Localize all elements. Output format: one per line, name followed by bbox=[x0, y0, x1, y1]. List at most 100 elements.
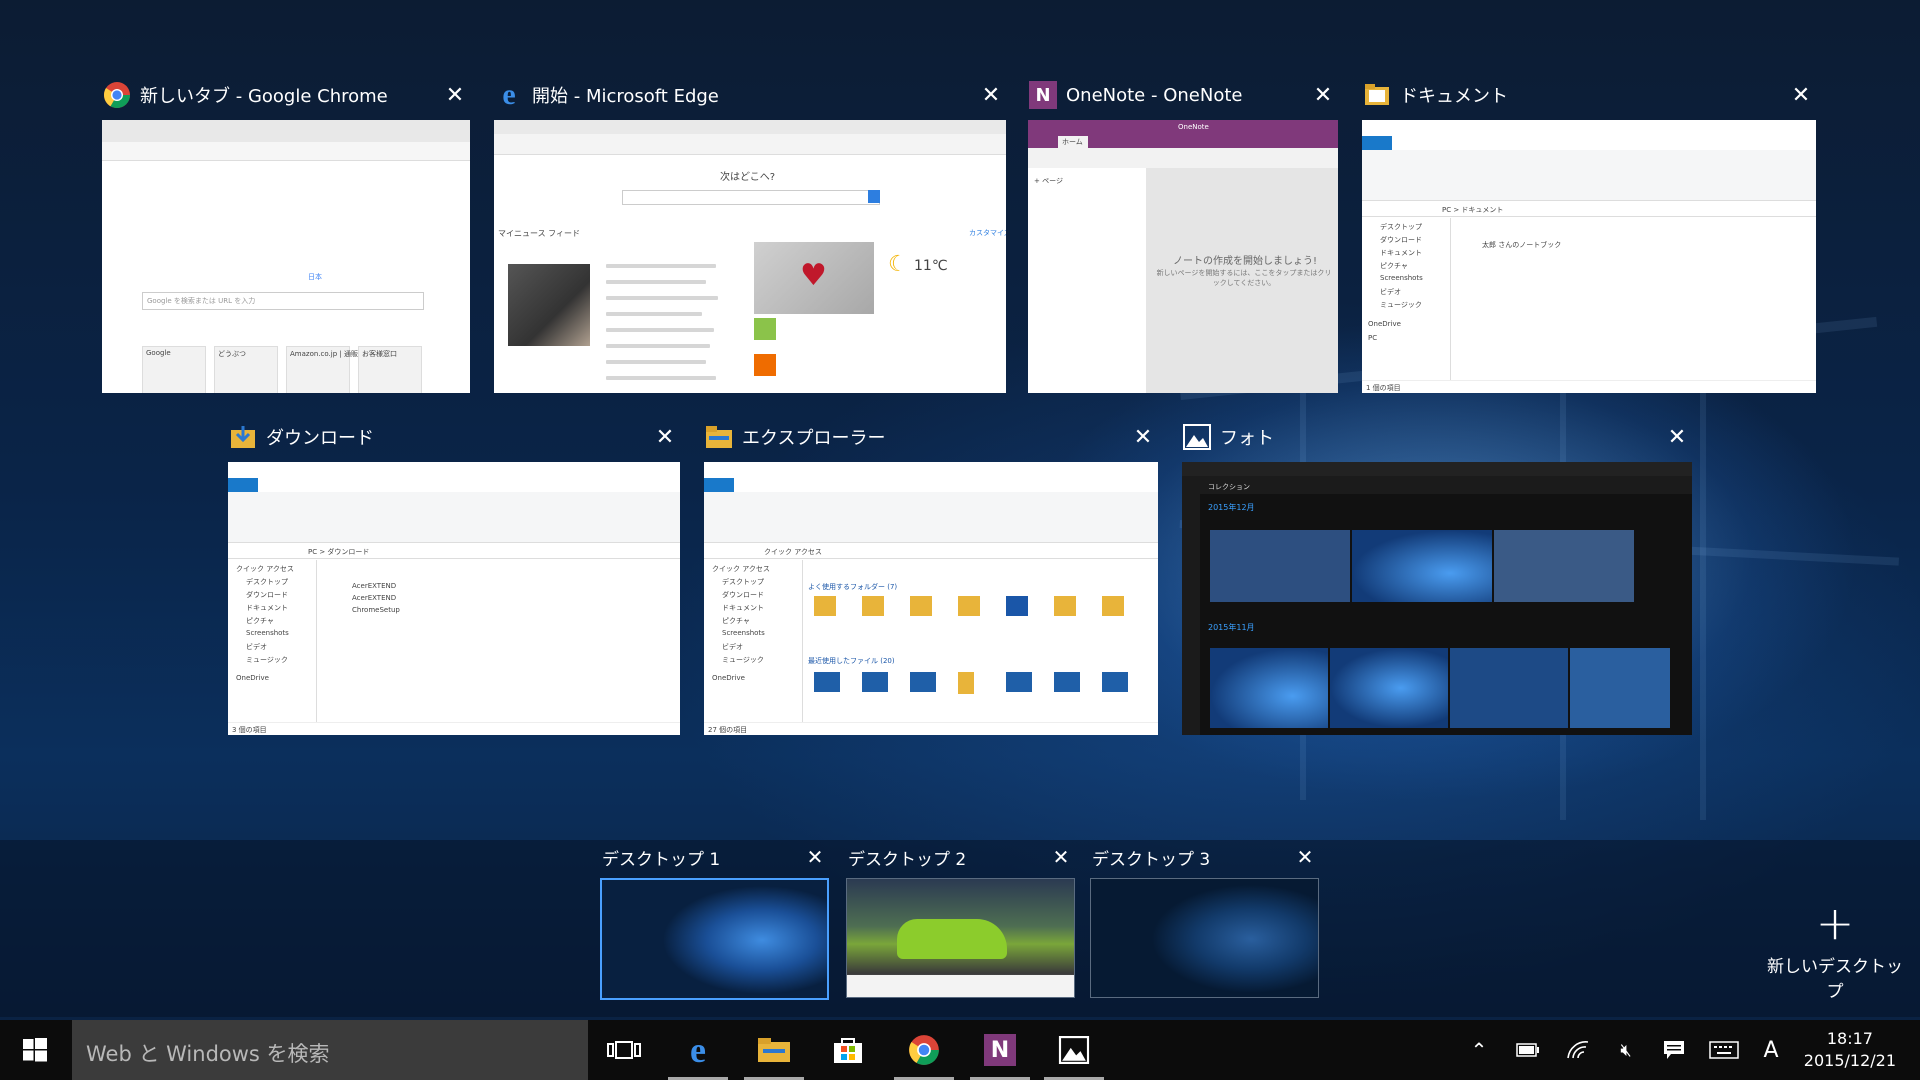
close-icon[interactable]: ✕ bbox=[1662, 422, 1692, 452]
file-item[interactable]: AcerEXTEND bbox=[352, 594, 396, 602]
close-icon[interactable]: ✕ bbox=[1293, 845, 1317, 869]
taskbar-chrome[interactable] bbox=[888, 1020, 960, 1080]
folder-icon bbox=[1362, 80, 1392, 110]
close-icon[interactable]: ✕ bbox=[1308, 80, 1338, 110]
close-icon[interactable]: ✕ bbox=[650, 422, 680, 452]
month-label: 2015年12月 bbox=[1208, 503, 1255, 512]
desktop-label: デスクトップ 2 bbox=[848, 849, 967, 870]
close-icon[interactable]: ✕ bbox=[1786, 80, 1816, 110]
window-edge[interactable]: e 開始 - Microsoft Edge ✕ 次はどこへ? マイニュース フィ… bbox=[494, 78, 1006, 393]
status-text: 1 個の項目 bbox=[1366, 384, 1401, 392]
desktop-label: デスクトップ 3 bbox=[1092, 849, 1211, 870]
file-item[interactable]: ChromeSetup bbox=[352, 606, 400, 614]
window-documents[interactable]: ドキュメント ✕ PC > ドキュメント デスクトップ ダウンロード ドキュメン… bbox=[1362, 80, 1816, 393]
feed-label: マイニュース フィード bbox=[498, 229, 580, 238]
onenote-hint: 新しいページを開始するには、ここをタップまたはクリックしてください。 bbox=[1156, 269, 1332, 287]
keyboard-icon[interactable] bbox=[1704, 1020, 1744, 1080]
window-thumbnail[interactable]: クイック アクセス クイック アクセス デスクトップ ダウンロード ドキュメント… bbox=[704, 462, 1158, 735]
window-explorer[interactable]: エクスプローラー ✕ クイック アクセス クイック アクセス デスクトップ ダウ… bbox=[704, 422, 1158, 735]
window-thumbnail[interactable]: PC > ダウンロード クイック アクセス デスクトップ ダウンロード ドキュメ… bbox=[228, 462, 680, 735]
desktop-1[interactable]: デスクトップ 1 ✕ bbox=[600, 842, 829, 1000]
heart-image: ♥ bbox=[754, 242, 874, 314]
desktop-thumbnail[interactable] bbox=[846, 878, 1075, 998]
app-name: OneNote bbox=[1178, 123, 1209, 131]
plus-icon: + bbox=[1815, 896, 1855, 950]
close-icon[interactable]: ✕ bbox=[1128, 422, 1158, 452]
window-title: エクスプローラー bbox=[742, 428, 886, 449]
photos-header: コレクション bbox=[1208, 483, 1250, 491]
onenote-icon: N bbox=[1028, 80, 1058, 110]
file-item[interactable]: AcerEXTEND bbox=[352, 582, 396, 590]
window-title: OneNote - OneNote bbox=[1066, 84, 1243, 106]
window-chrome[interactable]: 新しいタブ - Google Chrome ✕ Google 日本 Google… bbox=[102, 80, 470, 393]
search-box[interactable]: Web と Windows を検索 bbox=[72, 1020, 588, 1080]
tile[interactable]: Amazon.co.jp | 通販 bbox=[286, 346, 358, 393]
ime-indicator[interactable]: A bbox=[1756, 1020, 1786, 1080]
close-icon[interactable]: ✕ bbox=[440, 80, 470, 110]
clock[interactable]: 18:17 2015/12/21 bbox=[1804, 1028, 1896, 1072]
search-box[interactable]: Google を検索または URL を入力 bbox=[142, 292, 424, 310]
window-downloads[interactable]: ダウンロード ✕ PC > ダウンロード クイック アクセス デスクトップ ダウ… bbox=[228, 422, 680, 735]
desktop-thumbnail[interactable] bbox=[600, 878, 829, 1000]
window-photos[interactable]: フォト ✕ コレクション 2015年12月 2015年11月 bbox=[1182, 422, 1692, 735]
new-desktop-label: 新しいデスクトップ bbox=[1767, 957, 1903, 1002]
chevron-up-icon[interactable]: ⌃ bbox=[1464, 1020, 1494, 1080]
weather-temp: 11℃ bbox=[914, 258, 948, 274]
photos-icon bbox=[1182, 422, 1212, 452]
tile[interactable]: お客様窓口 bbox=[358, 346, 422, 393]
news-image bbox=[508, 264, 590, 346]
address-bar[interactable]: クイック アクセス bbox=[764, 547, 822, 557]
close-icon[interactable]: ✕ bbox=[976, 80, 1006, 110]
section-frequent: よく使用するフォルダー (7) bbox=[808, 583, 898, 591]
edge-heading: 次はどこへ? bbox=[720, 172, 776, 183]
add-page[interactable]: + ページ bbox=[1034, 176, 1063, 186]
taskbar-edge[interactable]: e bbox=[662, 1020, 734, 1080]
search-button[interactable] bbox=[868, 190, 880, 203]
window-thumbnail[interactable]: PC > ドキュメント デスクトップ ダウンロード ドキュメント ピクチャ Sc… bbox=[1362, 120, 1816, 393]
chrome-icon bbox=[909, 1035, 939, 1065]
store-icon bbox=[834, 1038, 862, 1063]
edge-icon: e bbox=[690, 1030, 706, 1070]
address-bar[interactable]: PC > ドキュメント bbox=[1442, 205, 1503, 215]
new-desktop-button[interactable]: + 新しいデスクトップ bbox=[1760, 900, 1910, 1002]
file-item[interactable]: 太郎 さんのノートブック bbox=[1482, 240, 1561, 250]
wifi-icon[interactable] bbox=[1560, 1020, 1596, 1080]
window-onenote[interactable]: N OneNote - OneNote ✕ OneNote ホーム + ページ … bbox=[1028, 80, 1338, 393]
desktop-3[interactable]: デスクトップ 3 ✕ bbox=[1090, 842, 1319, 998]
clock-date: 2015/12/21 bbox=[1803, 1051, 1896, 1070]
window-thumbnail[interactable]: Google 日本 Google を検索または URL を入力 Google ど… bbox=[102, 120, 470, 393]
customize-link[interactable]: カスタマイズ bbox=[969, 228, 1006, 238]
taskbar-photos[interactable] bbox=[1038, 1020, 1110, 1080]
edge-search[interactable] bbox=[622, 190, 880, 205]
desktop-thumbnail[interactable] bbox=[1090, 878, 1319, 998]
task-view-button[interactable] bbox=[588, 1020, 660, 1080]
status-text: 27 個の項目 bbox=[708, 726, 748, 734]
taskbar-onenote[interactable]: N bbox=[964, 1020, 1036, 1080]
chrome-icon bbox=[102, 80, 132, 110]
tile[interactable]: Google bbox=[142, 346, 206, 393]
explorer-icon bbox=[704, 422, 734, 452]
task-view-icon bbox=[607, 1041, 641, 1059]
volume-muted-icon[interactable]: 🔇︎ bbox=[1608, 1020, 1644, 1080]
start-button[interactable] bbox=[0, 1020, 70, 1080]
action-center-icon[interactable] bbox=[1656, 1020, 1692, 1080]
tile[interactable]: どうぶつ bbox=[214, 346, 278, 393]
file-explorer-icon bbox=[758, 1038, 790, 1062]
taskbar: Web と Windows を検索 e N ⌃ 🔇︎ A 18:17 2015/… bbox=[0, 1020, 1920, 1080]
window-title: 新しいタブ - Google Chrome bbox=[140, 86, 388, 107]
taskbar-file-explorer[interactable] bbox=[738, 1020, 810, 1080]
window-thumbnail[interactable]: OneNote ホーム + ページ ノートの作成を開始しましょう! 新しいページ… bbox=[1028, 120, 1338, 393]
clock-time: 18:17 bbox=[1826, 1029, 1873, 1048]
month-label: 2015年11月 bbox=[1208, 623, 1255, 632]
close-icon[interactable]: ✕ bbox=[1049, 845, 1073, 869]
address-bar[interactable]: PC > ダウンロード bbox=[308, 547, 369, 557]
tab-home[interactable]: ホーム bbox=[1062, 137, 1083, 147]
desktop-2[interactable]: デスクトップ 2 ✕ bbox=[846, 842, 1075, 998]
onenote-message: ノートの作成を開始しましょう! bbox=[1173, 256, 1318, 267]
close-icon[interactable]: ✕ bbox=[803, 845, 827, 869]
search-placeholder: Google を検索または URL を入力 bbox=[147, 297, 256, 305]
taskbar-store[interactable] bbox=[812, 1020, 884, 1080]
battery-icon[interactable] bbox=[1510, 1020, 1546, 1080]
window-thumbnail[interactable]: コレクション 2015年12月 2015年11月 bbox=[1182, 462, 1692, 735]
window-thumbnail[interactable]: 次はどこへ? マイニュース フィード カスタマイズ ♥ ☾ 11℃ bbox=[494, 120, 1006, 393]
